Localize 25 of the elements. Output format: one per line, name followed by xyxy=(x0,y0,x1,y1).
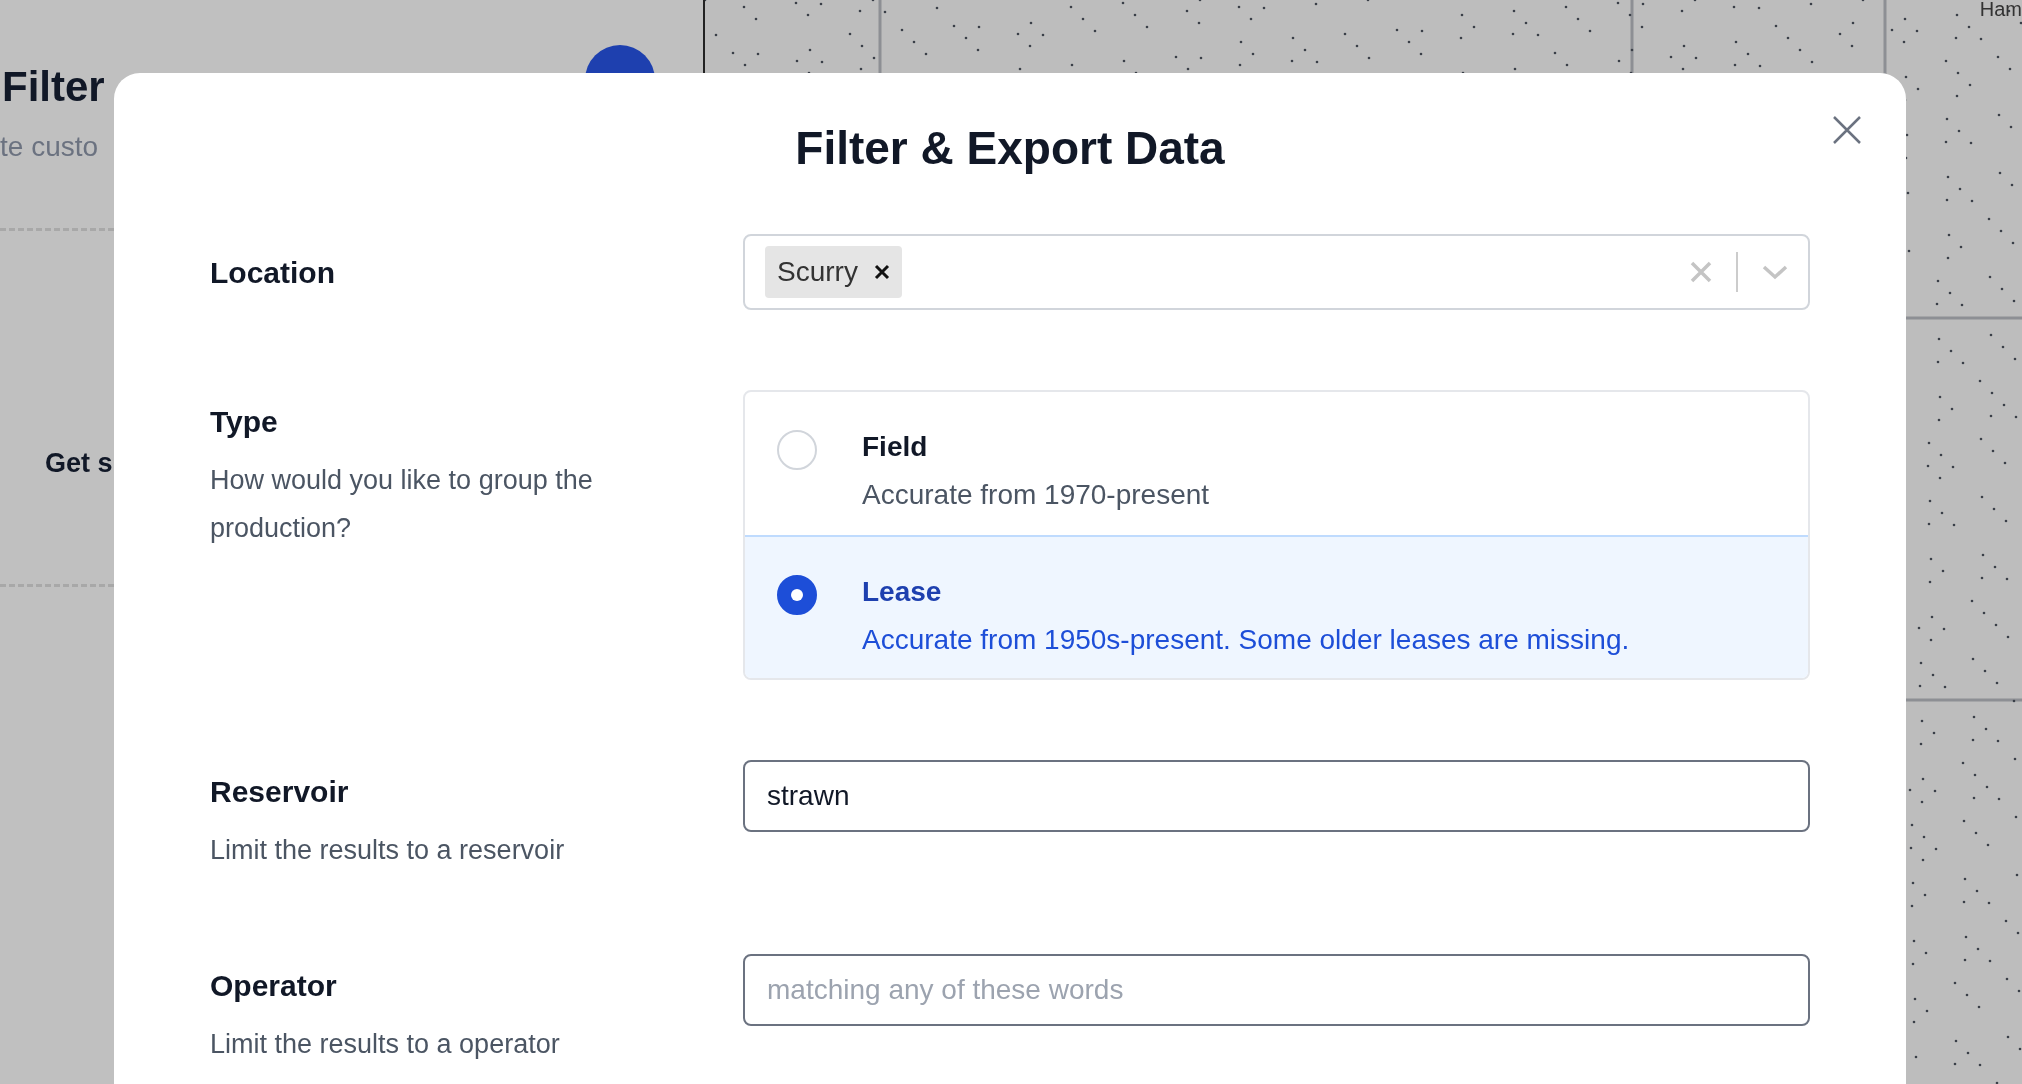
radio-button[interactable] xyxy=(777,575,817,615)
field-label: Location xyxy=(210,254,336,291)
tag-label: Scurry xyxy=(777,255,858,289)
text-input[interactable]: strawn xyxy=(743,760,1810,832)
field-label: Operator xyxy=(210,968,338,1004)
field-description: Limit the results to a operator xyxy=(210,1028,561,1061)
page-heading: Filter xyxy=(1,62,106,112)
text-input[interactable]: matching any of these words xyxy=(743,954,1810,1026)
option-description: Accurate from 1970-present xyxy=(862,478,1210,512)
close-icon[interactable] xyxy=(1832,115,1862,145)
dialog-title: Filter & Export Data xyxy=(795,121,1225,176)
option-title: Field xyxy=(862,430,929,464)
option-title: Lease xyxy=(862,575,943,609)
field-label: Type xyxy=(210,404,279,440)
field-description: Limit the results to a reservoir xyxy=(210,834,566,867)
section-label: Get s xyxy=(44,447,114,480)
radio-option[interactable]: Field Accurate from 1970-present xyxy=(745,392,1808,537)
field-description: How would you like to group the production? xyxy=(210,464,594,545)
radio-option[interactable]: Lease Accurate from 1950s-present. Some older leases are missing. xyxy=(745,535,1808,678)
location-select[interactable]: Scurry xyxy=(743,234,1810,310)
page-subtitle: te custo xyxy=(0,130,100,164)
field-label: Reservoir xyxy=(210,774,350,810)
option-description: Accurate from 1950s-present. Some older leases are missing. xyxy=(862,623,1630,657)
remove-tag-icon[interactable] xyxy=(873,264,890,280)
map-label: Ham xyxy=(1979,0,2022,22)
